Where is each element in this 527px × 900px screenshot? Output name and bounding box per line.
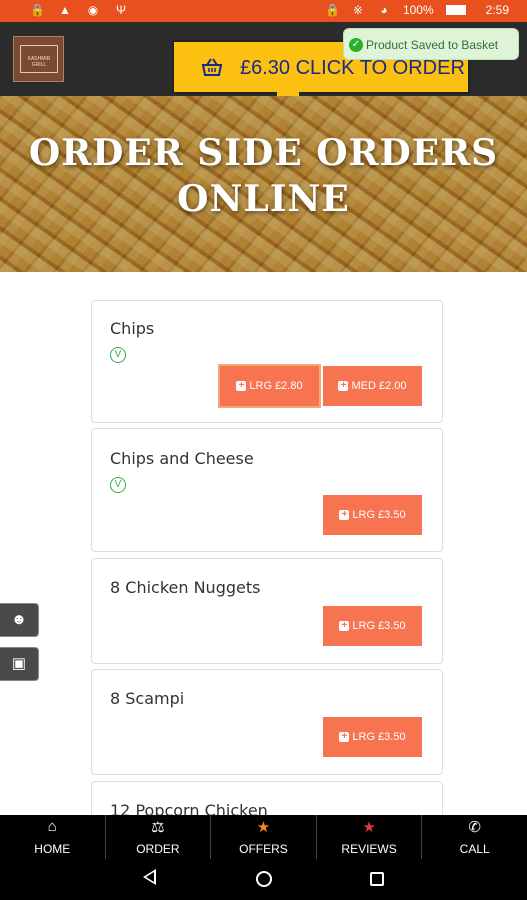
add-large-button[interactable]: + LRG £3.50	[323, 606, 422, 646]
check-icon: ✓	[349, 38, 363, 52]
bluetooth-icon: ※	[352, 3, 363, 17]
contact-card-icon: ▣	[11, 655, 27, 672]
item-name: 8 Scampi	[110, 689, 185, 708]
nav-order[interactable]: ⚖ ORDER	[106, 815, 212, 859]
restaurant-logo[interactable]: KASHMIR GRILL	[13, 36, 64, 82]
price-label: MED £2.00	[351, 380, 407, 392]
clock: 2:59	[485, 3, 509, 17]
price-label: LRG £3.50	[352, 620, 406, 632]
home-icon: ⌂	[47, 818, 57, 835]
system-navigation-bar	[0, 859, 527, 900]
nav-label: REVIEWS	[341, 842, 397, 856]
basket-icon	[201, 58, 223, 76]
item-name: 12 Popcorn Chicken	[110, 801, 268, 815]
saved-toast: ✓ Product Saved to Basket	[343, 28, 519, 60]
cutlery-icon: ⚖	[151, 819, 165, 836]
nav-label: CALL	[459, 842, 490, 856]
plus-icon: +	[338, 381, 349, 391]
nav-call[interactable]: ✆ CALL	[422, 815, 527, 859]
nav-offers[interactable]: ★ OFFERS	[211, 815, 317, 859]
item-name: Chips and Cheese	[110, 449, 254, 468]
menu-item-card: Chips V + LRG £2.80 + MED £2.00	[91, 300, 443, 423]
plus-icon: +	[339, 732, 350, 742]
bottom-navigation: ⌂ HOME ⚖ ORDER ★ OFFERS ★ REVIEWS ✆ CALL	[0, 815, 527, 859]
usb-icon: Ψ	[115, 3, 127, 17]
user-icon: ☻	[11, 611, 27, 628]
shield-icon: ◉	[87, 3, 99, 17]
add-large-button[interactable]: + LRG £3.50	[323, 495, 422, 535]
toast-text: Product Saved to Basket	[366, 38, 499, 52]
nav-label: ORDER	[136, 842, 180, 856]
star-icon: ★	[362, 819, 376, 836]
star-icon: ★	[256, 819, 271, 836]
recent-apps-icon[interactable]	[370, 872, 384, 886]
battery-icon	[445, 5, 466, 15]
title-line-2: ONLINE	[177, 178, 350, 220]
item-name: Chips	[110, 319, 155, 338]
nav-label: HOME	[34, 842, 71, 856]
phone-icon: ✆	[468, 819, 481, 836]
back-icon[interactable]	[143, 869, 156, 885]
title-line-1: ORDER SIDE ORDERS	[28, 132, 499, 174]
vegetarian-icon: V	[110, 477, 126, 493]
warning-icon: ▲	[59, 3, 71, 17]
home-circle-icon[interactable]	[256, 871, 272, 887]
order-button-label: £6.30 CLICK TO ORDER	[240, 57, 465, 79]
lock-icon: 🔒	[30, 3, 45, 17]
menu-list[interactable]: Chips V + LRG £2.80 + MED £2.00 Chips an…	[0, 272, 527, 815]
logo-text: KASHMIR GRILL	[27, 56, 51, 68]
hero-banner: ORDER SIDE ORDERS ONLINE	[0, 96, 527, 272]
wifi-icon: ◕	[380, 3, 388, 17]
plus-icon: +	[339, 621, 350, 631]
price-label: LRG £2.80	[249, 380, 303, 392]
item-name: 8 Chicken Nuggets	[110, 578, 261, 597]
account-button[interactable]: ☻	[0, 603, 39, 637]
vegetarian-icon: V	[110, 347, 126, 363]
plus-icon: +	[236, 381, 247, 391]
price-label: LRG £3.50	[352, 731, 406, 743]
menu-item-card: 8 Chicken Nuggets + LRG £3.50	[91, 558, 443, 664]
add-large-button[interactable]: + LRG £2.80	[220, 366, 319, 406]
contact-button[interactable]: ▣	[0, 647, 39, 681]
nav-label: OFFERS	[239, 842, 288, 856]
menu-item-card: 8 Scampi + LRG £3.50	[91, 669, 443, 775]
nav-home[interactable]: ⌂ HOME	[0, 815, 106, 859]
status-bar: 🔒 ▲ ◉ Ψ 🔒 ※ ◕ 100% 2:59	[0, 0, 527, 22]
nav-reviews[interactable]: ★ REVIEWS	[317, 815, 423, 859]
add-medium-button[interactable]: + MED £2.00	[323, 366, 422, 406]
app-header: KASHMIR GRILL £6.30 CLICK TO ORDER ✓ Pro…	[0, 22, 527, 112]
add-large-button[interactable]: + LRG £3.50	[323, 717, 422, 757]
menu-item-card: 12 Popcorn Chicken	[91, 781, 443, 815]
menu-item-card: Chips and Cheese V + LRG £3.50	[91, 428, 443, 552]
battery-percent: 100%	[402, 3, 434, 17]
lock-icon: 🔒	[324, 3, 340, 17]
page-title: ORDER SIDE ORDERS ONLINE	[0, 130, 527, 222]
price-label: LRG £3.50	[352, 509, 406, 521]
plus-icon: +	[339, 510, 350, 520]
